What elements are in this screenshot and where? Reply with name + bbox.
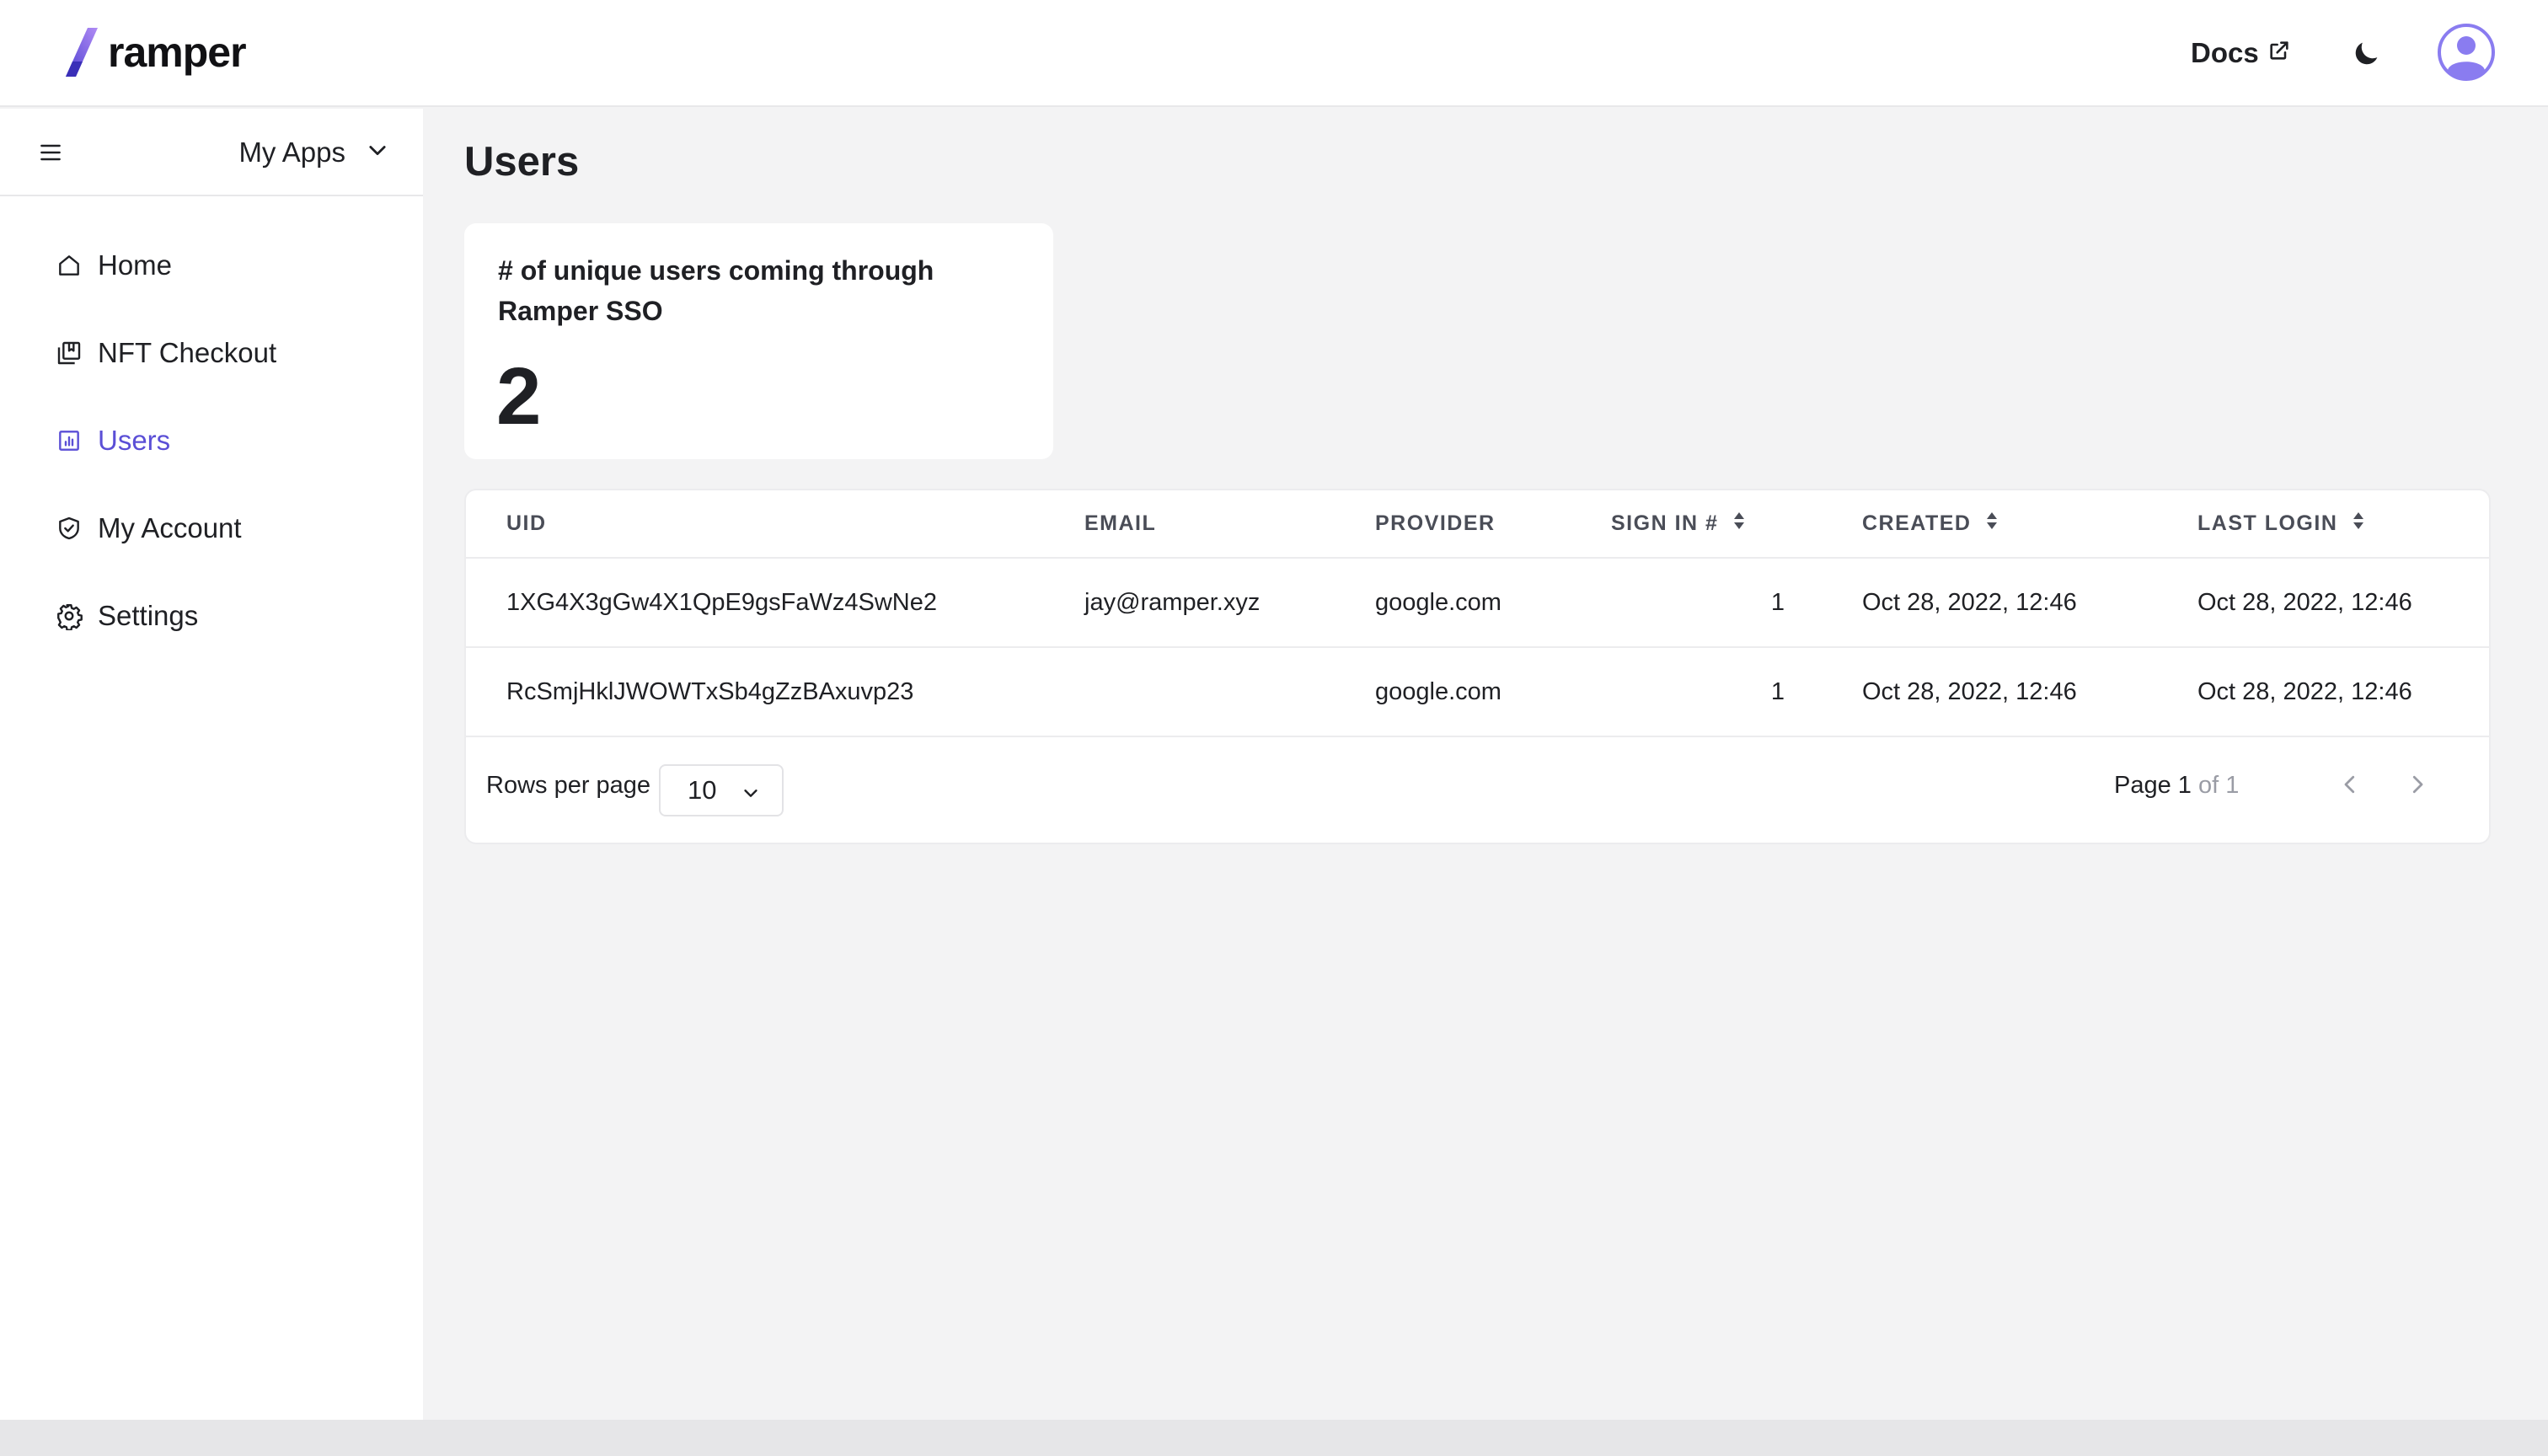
sidebar-item-users[interactable]: Users <box>0 397 423 484</box>
column-label: LAST LOGIN <box>2197 511 2338 535</box>
stat-card: # of unique users coming through Ramper … <box>464 223 1053 459</box>
sidebar-item-label: NFT Checkout <box>98 337 277 368</box>
moon-icon[interactable] <box>2349 37 2383 71</box>
docs-label: Docs <box>2191 37 2259 68</box>
current-page: 1 <box>2177 772 2192 799</box>
hamburger-menu-icon[interactable] <box>37 139 64 166</box>
next-page-button[interactable] <box>2402 771 2433 801</box>
cell-created: Oct 28, 2022, 12:46 <box>1862 588 2077 616</box>
sidebar: My Apps Home NFT Checkout Users My Accou… <box>0 109 423 1420</box>
my-apps-dropdown[interactable]: My Apps <box>238 129 389 176</box>
app-switcher: My Apps <box>0 109 423 196</box>
cell-created: Oct 28, 2022, 12:46 <box>1862 677 2077 705</box>
shield-check-icon <box>54 513 84 543</box>
logo-text: ramper <box>108 29 247 76</box>
sidebar-item-label: My Account <box>98 512 242 543</box>
nft-checkout-icon <box>54 338 84 368</box>
chart-icon <box>54 426 84 456</box>
cell-provider: google.com <box>1375 677 1502 705</box>
logo[interactable]: ramper <box>64 25 247 79</box>
column-label: SIGN IN # <box>1611 511 1719 535</box>
table-row[interactable]: RcSmjHklJWOWTxSb4gZzBAxuvp23 google.com … <box>466 648 2489 737</box>
stat-value: 2 <box>496 351 542 442</box>
stat-label: # of unique users coming through Ramper … <box>498 255 934 326</box>
top-bar: ramper Docs <box>0 0 2548 107</box>
rows-per-page-value: 10 <box>688 775 717 805</box>
cell-uid: 1XG4X3gGw4X1QpE9gsFaWz4SwNe2 <box>506 588 937 616</box>
cell-sign-in-count: 1 <box>1770 677 1785 705</box>
column-header-uid: UID <box>506 490 547 557</box>
sidebar-item-home[interactable]: Home <box>0 222 423 309</box>
cell-sign-in-count: 1 <box>1770 588 1785 616</box>
users-table: UID EMAIL PROVIDER SIGN IN # CREATED LAS… <box>464 489 2491 844</box>
sidebar-item-label: Home <box>98 249 173 281</box>
ramper-logo-icon <box>64 28 101 77</box>
column-header-last-login[interactable]: LAST LOGIN <box>2197 490 2364 557</box>
column-label: PROVIDER <box>1375 511 1496 535</box>
cell-provider: google.com <box>1375 588 1502 616</box>
table-pagination: Rows per page 10 Page 1 of 1 <box>466 737 2489 844</box>
table-header: UID EMAIL PROVIDER SIGN IN # CREATED LAS… <box>466 490 2489 559</box>
cell-last-login: Oct 28, 2022, 12:46 <box>2197 588 2412 616</box>
column-label: EMAIL <box>1084 511 1157 535</box>
rows-per-page-select[interactable]: 10 <box>659 764 784 816</box>
previous-page-button[interactable] <box>2335 771 2365 801</box>
my-apps-label: My Apps <box>238 136 345 168</box>
gear-icon <box>54 601 84 631</box>
column-header-provider: PROVIDER <box>1375 490 1496 557</box>
sidebar-item-label: Users <box>98 425 171 456</box>
sidebar-item-label: Settings <box>98 600 199 631</box>
sidebar-nav: Home NFT Checkout Users My Account Setti… <box>0 222 423 660</box>
column-label: CREATED <box>1862 511 1972 535</box>
window-bottom-edge <box>0 1420 2548 1456</box>
sidebar-item-my-account[interactable]: My Account <box>0 484 423 572</box>
column-header-sign-in-count[interactable]: SIGN IN # <box>1611 490 1745 557</box>
home-icon <box>54 250 84 281</box>
chevron-right-icon <box>2405 772 2430 801</box>
docs-link[interactable]: Docs <box>2191 32 2291 74</box>
external-link-icon <box>2259 37 2291 69</box>
cell-email: jay@ramper.xyz <box>1084 588 1261 616</box>
column-label: UID <box>506 511 547 535</box>
cell-last-login: Oct 28, 2022, 12:46 <box>2197 677 2412 705</box>
total-pages: of 1 <box>2198 772 2240 799</box>
cell-uid: RcSmjHklJWOWTxSb4gZzBAxuvp23 <box>506 677 914 705</box>
page-title: Users <box>464 139 580 185</box>
column-header-created[interactable]: CREATED <box>1862 490 1998 557</box>
table-row[interactable]: 1XG4X3gGw4X1QpE9gsFaWz4SwNe2 jay@ramper.… <box>466 559 2489 648</box>
column-header-email: EMAIL <box>1084 490 1156 557</box>
page-indicator: Page 1 of 1 <box>2114 772 2239 800</box>
sort-icon <box>1986 511 1998 536</box>
sidebar-item-settings[interactable]: Settings <box>0 572 423 660</box>
rows-per-page-label: Rows per page <box>486 772 651 799</box>
sidebar-item-nft-checkout[interactable]: NFT Checkout <box>0 309 423 397</box>
sort-icon <box>2353 511 2364 536</box>
page-word: Page <box>2114 772 2171 799</box>
sort-icon <box>1733 511 1745 536</box>
chevron-left-icon <box>2337 772 2363 801</box>
chevron-down-icon <box>345 136 389 169</box>
user-avatar-icon[interactable] <box>2438 24 2495 81</box>
